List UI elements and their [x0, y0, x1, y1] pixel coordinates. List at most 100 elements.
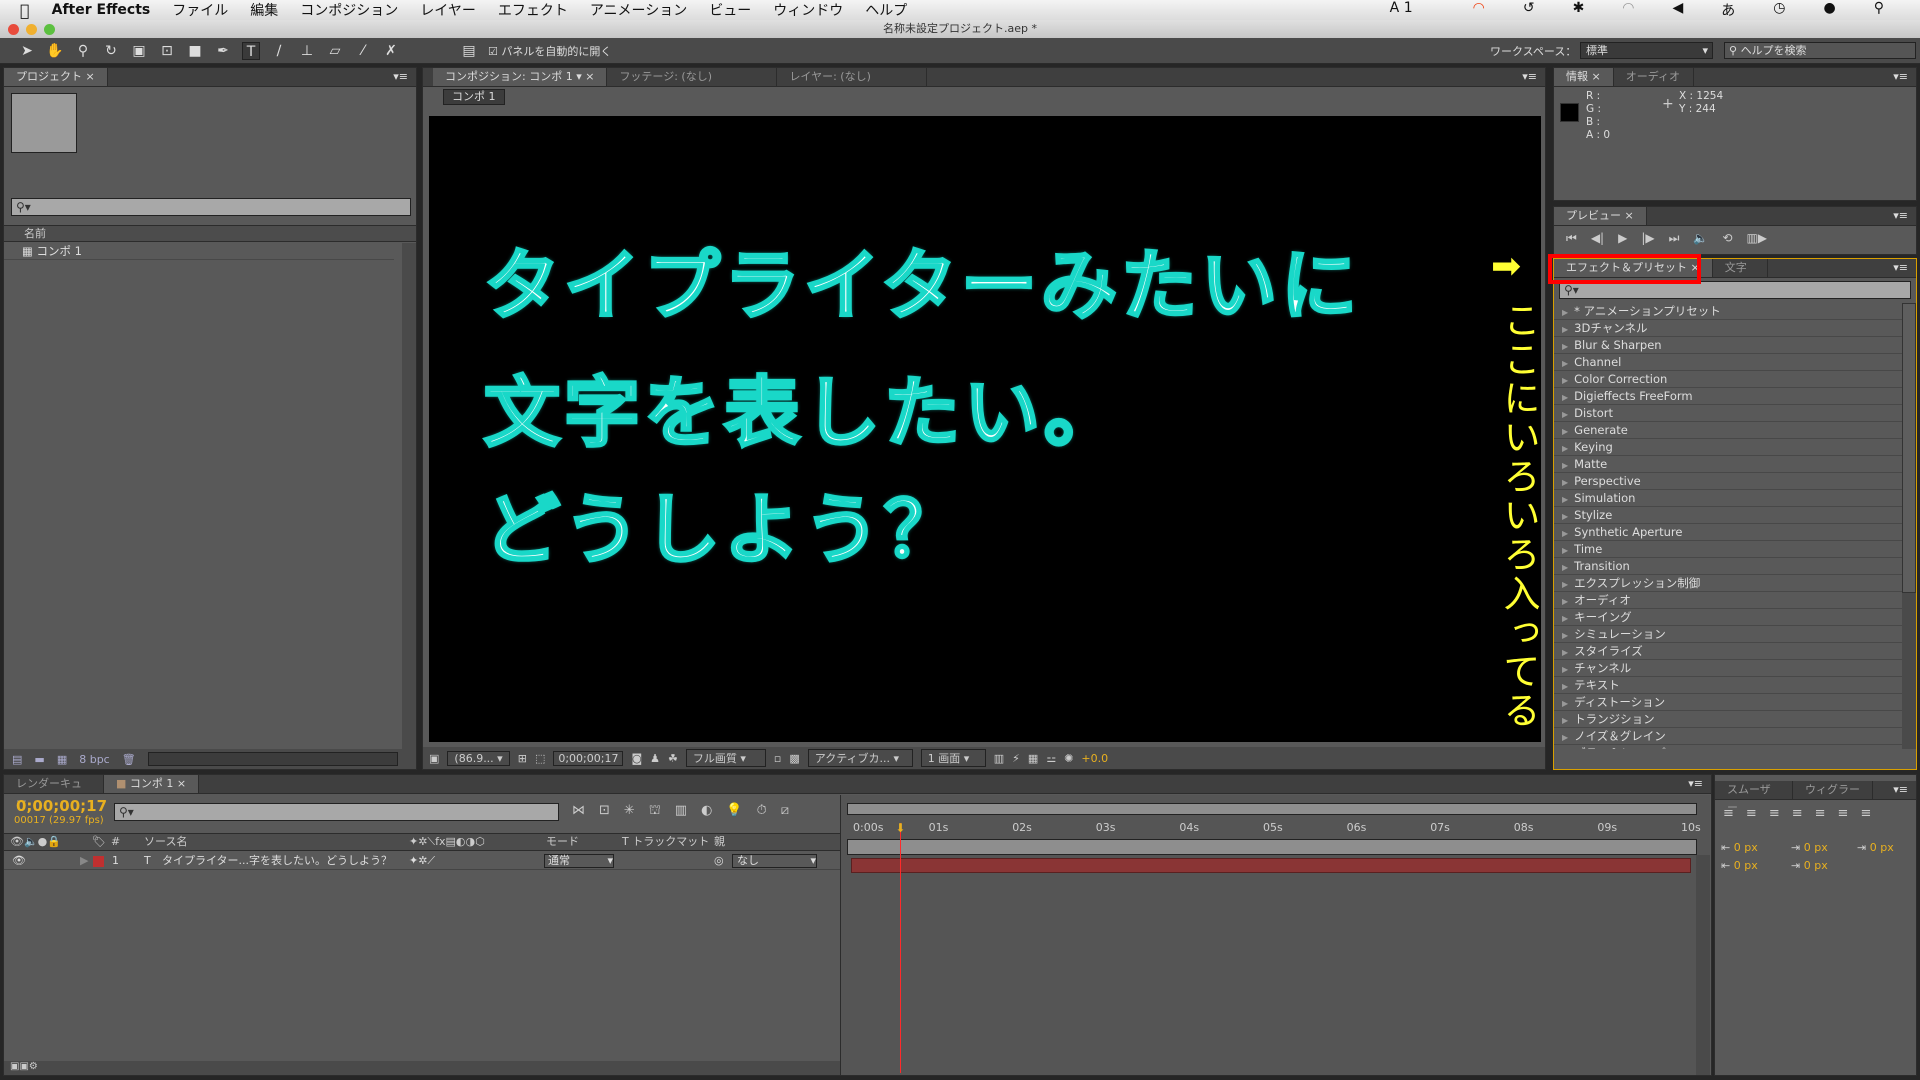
effects-category[interactable]: ▶ シミュレーション [1554, 626, 1904, 643]
justify-center-icon[interactable]: ≡ [1815, 806, 1826, 821]
clock-icon[interactable]: ◷ [1773, 0, 1785, 20]
effects-category[interactable]: ▶ Transition [1554, 558, 1904, 575]
frame-blending-icon[interactable]: ▥ [675, 803, 687, 820]
minimize-window-button[interactable] [26, 24, 37, 35]
project-scrollbar[interactable] [402, 243, 416, 753]
layer-switches[interactable]: ✦✲⟋ [409, 852, 435, 870]
menu-file[interactable]: ファイル [172, 0, 228, 20]
justify-left-icon[interactable]: ≡ [1792, 806, 1803, 821]
channel-icon[interactable]: ☘ [668, 752, 678, 765]
panel-icon[interactable]: ▤ [460, 42, 478, 60]
effects-scrollbar[interactable] [1902, 303, 1916, 749]
effects-category[interactable]: ▶ Generate [1554, 422, 1904, 439]
trash-icon[interactable]: 🗑 [122, 753, 136, 766]
spotlight-icon[interactable]: ⚲ [1874, 0, 1884, 20]
indent-first-line-field[interactable]: ⇥ 0 px [1857, 839, 1894, 857]
expand-triangle-icon[interactable]: ▶ [1562, 580, 1568, 589]
menu-edit[interactable]: 編集 [250, 0, 278, 20]
graph-editor-icon[interactable]: ⧄ [781, 803, 789, 820]
zoom-tool-icon[interactable]: ⚲ [74, 42, 92, 60]
panel-menu-icon[interactable]: ▾≡ [1688, 777, 1703, 790]
loop-icon[interactable]: ⟲ [1722, 231, 1732, 246]
menu-animation[interactable]: アニメーション [590, 0, 687, 20]
magnification-dropdown[interactable]: (86.9... ▾ [447, 750, 510, 766]
effects-category[interactable]: ▶ キーイング [1554, 609, 1904, 626]
layer-duration-bar[interactable] [851, 858, 1691, 873]
effects-category[interactable]: ▶ Synthetic Aperture [1554, 524, 1904, 541]
toggle-switches-icon[interactable]: ▣▣⚙ [10, 1061, 38, 1072]
expand-triangle-icon[interactable]: ▶ [1562, 359, 1568, 368]
pen-tool-icon[interactable]: ✒ [214, 42, 232, 60]
current-time-indicator[interactable]: ⬇ [895, 821, 905, 1073]
panel-menu-icon[interactable]: ▾≡ [1893, 209, 1908, 222]
apple-icon[interactable]:  [20, 1, 30, 20]
expand-triangle-icon[interactable]: ▶ [1562, 631, 1568, 640]
panel-menu-icon[interactable]: ▾≡ [1522, 70, 1537, 83]
effects-category[interactable]: ▶ Distort [1554, 405, 1904, 422]
work-area-bar[interactable] [847, 839, 1697, 855]
scrollbar-thumb[interactable] [1902, 303, 1916, 593]
motion-blur-icon[interactable]: ◐ [701, 803, 712, 820]
effects-category[interactable]: ▶ トランジション [1554, 711, 1904, 728]
brainstorm-icon[interactable]: 💡 [726, 803, 742, 820]
comp-timecode[interactable]: 0;00;00;17 [553, 750, 624, 766]
justify-all-icon[interactable]: ≡ [1860, 806, 1871, 821]
exposure-icon[interactable]: ✺ [1064, 752, 1073, 765]
rectangle-tool-icon[interactable]: ■ [186, 42, 204, 60]
expand-triangle-icon[interactable]: ▶ [1562, 648, 1568, 657]
expand-triangle-icon[interactable]: ▶ [1562, 716, 1568, 725]
expand-triangle-icon[interactable]: ▶ [1562, 733, 1568, 742]
expand-icon[interactable]: ▶ [80, 852, 88, 870]
tab-info[interactable]: 情報 × [1554, 68, 1614, 86]
project-search-input[interactable]: ⚲▾ [11, 198, 411, 216]
menu-help[interactable]: ヘルプ [865, 0, 907, 20]
flowchart-icon[interactable]: ⚍ [1046, 752, 1056, 765]
expand-triangle-icon[interactable]: ▶ [1562, 614, 1568, 623]
user-icon[interactable]: ● [1824, 0, 1836, 20]
workspace-dropdown[interactable]: 標準 ▾ [1580, 42, 1713, 59]
effects-category[interactable]: ▶ ディストーション [1554, 694, 1904, 711]
layer-row[interactable]: 👁 ▶ 1 T タイプライター...字を表したい。どうしよう？ ✦✲⟋ 通常 ▾ … [4, 852, 840, 870]
expand-triangle-icon[interactable]: ▶ [1562, 495, 1568, 504]
menu-app[interactable]: After Effects [52, 2, 151, 18]
effects-category[interactable]: ▶ Perspective [1554, 473, 1904, 490]
roto-brush-tool-icon[interactable]: ⁄ [354, 42, 372, 60]
menu-view[interactable]: ビュー [709, 0, 751, 20]
type-tool-icon[interactable]: T [242, 41, 260, 60]
rotate-tool-icon[interactable]: ↻ [102, 42, 120, 60]
expand-triangle-icon[interactable]: ▶ [1562, 325, 1568, 334]
cti-handle-icon[interactable]: ⬇ [895, 821, 905, 835]
effects-category[interactable]: ▶ Keying [1554, 439, 1904, 456]
effects-category[interactable]: ▶ブラー＆シャープ [1554, 745, 1904, 749]
play-icon[interactable]: ▶ [1618, 231, 1627, 246]
tab-composition[interactable]: コンポジション: コンポ 1 ▾ × [433, 68, 608, 86]
effects-category[interactable]: ▶ Stylize [1554, 507, 1904, 524]
project-h-scrollbar[interactable] [147, 752, 398, 766]
effects-category[interactable]: ▶ オーディオ [1554, 592, 1904, 609]
always-preview-icon[interactable]: ▣ [429, 752, 439, 765]
wifi-icon[interactable]: ◠ [1622, 0, 1634, 20]
menu-window[interactable]: ウィンドウ [773, 0, 843, 20]
tab-comp-timeline[interactable]: ■ コンポ 1 × [104, 775, 200, 793]
show-snapshot-icon[interactable]: ♟ [650, 752, 660, 765]
expand-triangle-icon[interactable]: ▶ [1562, 444, 1568, 453]
auto-open-checkbox[interactable]: ☑ パネルを自動的に開く [488, 43, 611, 59]
close-window-button[interactable] [8, 24, 19, 35]
next-frame-icon[interactable]: |▶ [1641, 231, 1654, 246]
transparency-grid-icon[interactable]: ▩ [789, 752, 799, 765]
expand-triangle-icon[interactable]: ▶ [1562, 427, 1568, 436]
panel-menu-icon[interactable]: ▾≡ [1893, 783, 1908, 796]
menu-layer[interactable]: レイヤー [420, 0, 476, 20]
space-before-field[interactable]: ⇤ 0 px [1721, 857, 1758, 875]
zoom-window-button[interactable] [44, 24, 55, 35]
tab-project[interactable]: プロジェクト × [4, 68, 108, 86]
new-folder-icon[interactable]: ▬ [34, 753, 44, 766]
first-frame-icon[interactable]: ⏮ [1566, 231, 1577, 246]
expand-triangle-icon[interactable]: ▶ [1562, 308, 1568, 317]
audio-icon[interactable]: 🔈 [1693, 231, 1708, 246]
effects-category[interactable]: ▶ テキスト [1554, 677, 1904, 694]
menu-composition[interactable]: コンポジション [300, 0, 398, 20]
snapshot-icon[interactable]: ◙ [631, 752, 642, 765]
effects-category[interactable]: ▶ * アニメーションプリセット [1554, 303, 1904, 320]
effects-category[interactable]: ▶ Color Correction [1554, 371, 1904, 388]
